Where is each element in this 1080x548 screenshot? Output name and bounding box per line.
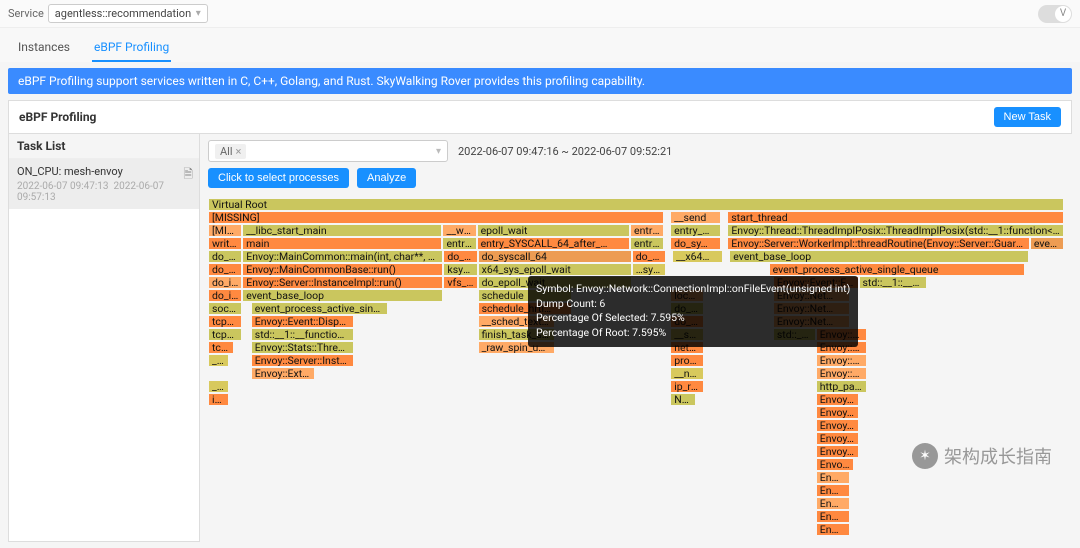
flame-cell[interactable]: Envoy::Stats::Threa… (251, 341, 354, 354)
flame-cell[interactable]: tcp_se… (208, 315, 242, 328)
flame-cell[interactable]: event_base_loop (242, 289, 443, 302)
view-toggle[interactable] (1038, 5, 1072, 23)
flame-cell[interactable]: …sys… (632, 263, 666, 276)
flame-cell[interactable]: __x64… (672, 250, 723, 263)
flame-cell[interactable]: vfs_… (443, 276, 477, 289)
service-value: agentless::recommendation (55, 7, 191, 20)
flame-cell[interactable]: epoll_wait (477, 224, 630, 237)
flame-cell[interactable]: start_thread (727, 211, 1064, 224)
flame-cell[interactable]: Envoy::Exte… (251, 367, 315, 380)
flame-cell[interactable]: En… (816, 484, 850, 497)
flame-cell[interactable]: http_pars… (816, 380, 867, 393)
flame-cell[interactable]: Virtual Root (208, 198, 1064, 211)
chevron-down-icon: ▾ (196, 8, 201, 19)
flame-cell[interactable]: do_writ… (208, 250, 242, 263)
filter-tag-all[interactable]: All× (215, 144, 246, 159)
task-sidebar: Task List ON_CPU: mesh-envoy 2022-06-07 … (8, 134, 200, 542)
flame-cell[interactable]: __t… (208, 354, 229, 367)
flame-cell[interactable]: proces… (670, 354, 704, 367)
service-label: Service (8, 7, 44, 20)
flame-cell[interactable]: event_process_active_single_… (251, 302, 388, 315)
flame-cell[interactable]: entry_… (442, 237, 476, 250)
section-title: eBPF Profiling (19, 110, 96, 124)
flame-cell[interactable]: ksys_… (443, 263, 477, 276)
select-processes-button[interactable]: Click to select processes (208, 168, 349, 188)
watermark: ✶ 架构成长指南 (912, 443, 1052, 469)
tab-ebpf-profiling[interactable]: eBPF Profiling (92, 34, 171, 62)
flame-cell[interactable]: Envoy::MainCommon::main(int, char**, std… (242, 250, 443, 263)
flame-cell[interactable]: [MISSING] (208, 211, 664, 224)
flame-cell[interactable]: [MISS… (208, 224, 242, 237)
flame-cell[interactable]: tcp_… (208, 341, 234, 354)
flame-cell[interactable]: do_sy… (208, 263, 242, 276)
flame-cell[interactable]: NF… (670, 393, 696, 406)
flame-cell[interactable]: std::__1::__fu… (859, 276, 927, 289)
flame-cell[interactable]: event_base_loop (729, 250, 1029, 263)
flame-cell[interactable]: Envoy::H… (816, 367, 867, 380)
flame-cell[interactable]: event_process_active_single_queue (769, 263, 1026, 276)
flame-cell[interactable]: do_ite… (208, 276, 242, 289)
chevron-down-icon: ▾ (436, 146, 441, 157)
flame-graph[interactable]: Virtual Root [MISSING] __send start_thre… (208, 198, 1064, 536)
task-item[interactable]: ON_CPU: mesh-envoy 2022-06-07 09:47:13 2… (9, 159, 199, 209)
analyze-button[interactable]: Analyze (357, 168, 416, 188)
flame-cell[interactable]: std::__1::__function… (251, 328, 354, 341)
flame-cell[interactable]: Envoy::Server::Insta… (251, 354, 354, 367)
flame-cell[interactable]: Envoy::H… (816, 354, 867, 367)
flame-tooltip: Symbol: Envoy::Network::ConnectionImpl::… (528, 276, 858, 347)
service-selector[interactable]: agentless::recommendation ▾ (48, 4, 208, 23)
flame-cell[interactable]: entry_… (630, 224, 664, 237)
flame-cell[interactable]: Envoy… (816, 406, 859, 419)
flame-cell[interactable]: entry_SYSCALL_64_after_… (477, 237, 630, 250)
flame-cell[interactable]: Envoy::Server::InstanceImpl::run() (242, 276, 443, 289)
flame-cell[interactable]: tcp_se… (208, 328, 242, 341)
flame-cell[interactable]: entry_… (670, 224, 721, 237)
info-banner: eBPF Profiling support services written … (8, 68, 1072, 94)
flame-cell[interactable]: main (242, 237, 442, 250)
time-range: 2022-06-07 09:47:16 ~ 2022-06-07 09:52:2… (458, 145, 672, 158)
flame-cell[interactable]: En… (816, 510, 850, 523)
flame-cell[interactable]: do_sy… (670, 237, 721, 250)
flame-cell[interactable]: __i… (208, 380, 229, 393)
flame-cell[interactable]: Envo… (816, 458, 855, 471)
filter-select[interactable]: All× ▾ (208, 140, 448, 162)
flame-cell[interactable]: __libc_start_main (242, 224, 442, 237)
flame-cell[interactable]: En… (816, 471, 850, 484)
flame-cell[interactable]: do_syscall_64 (478, 250, 632, 263)
flame-cell[interactable]: entry_… (630, 237, 664, 250)
flame-cell[interactable]: Envoy… (816, 445, 859, 458)
task-dates: 2022-06-07 09:47:13 2022-06-07 09:57:13 (17, 181, 191, 203)
new-task-button[interactable]: New Task (994, 107, 1061, 127)
flame-cell[interactable]: x64_sys_epoll_wait (478, 263, 632, 276)
wechat-icon: ✶ (912, 443, 938, 469)
flame-cell[interactable]: do_sy… (443, 250, 477, 263)
flame-cell[interactable]: __write (442, 224, 476, 237)
flame-cell[interactable]: Envoy… (816, 419, 859, 432)
flame-cell[interactable]: ip_… (208, 393, 229, 406)
linked-icon: 🗎 (183, 165, 193, 186)
flame-cell[interactable]: __send (670, 211, 721, 224)
task-list-title: Task List (9, 134, 199, 159)
flame-cell[interactable]: Envoy::Server::WorkerImpl::threadRoutine… (727, 237, 1030, 250)
flame-cell[interactable]: eve… (1030, 237, 1064, 250)
flame-cell[interactable]: Envoy::MainCommonBase::run() (242, 263, 443, 276)
flame-cell[interactable]: En… (816, 497, 850, 510)
flame-cell[interactable]: Envoy… (816, 393, 859, 406)
flame-cell[interactable]: sock_… (208, 302, 242, 315)
flame-cell[interactable]: writev (208, 237, 242, 250)
flame-cell[interactable]: __neti… (670, 367, 704, 380)
task-name: ON_CPU: mesh-envoy (17, 165, 191, 178)
flame-cell[interactable]: En… (816, 523, 850, 536)
tab-instances[interactable]: Instances (16, 34, 72, 62)
flame-cell[interactable]: Envoy… (816, 432, 859, 445)
flame-cell[interactable]: ip_rcv (670, 380, 704, 393)
flame-cell[interactable]: Envoy::Thread::ThreadImplPosix::ThreadIm… (727, 224, 1064, 237)
close-icon[interactable]: × (236, 145, 242, 158)
flame-cell[interactable]: do_ite… (208, 289, 242, 302)
flame-cell[interactable]: Envoy::Event::Dispat… (251, 315, 354, 328)
flame-cell[interactable]: do_sy… (632, 250, 666, 263)
